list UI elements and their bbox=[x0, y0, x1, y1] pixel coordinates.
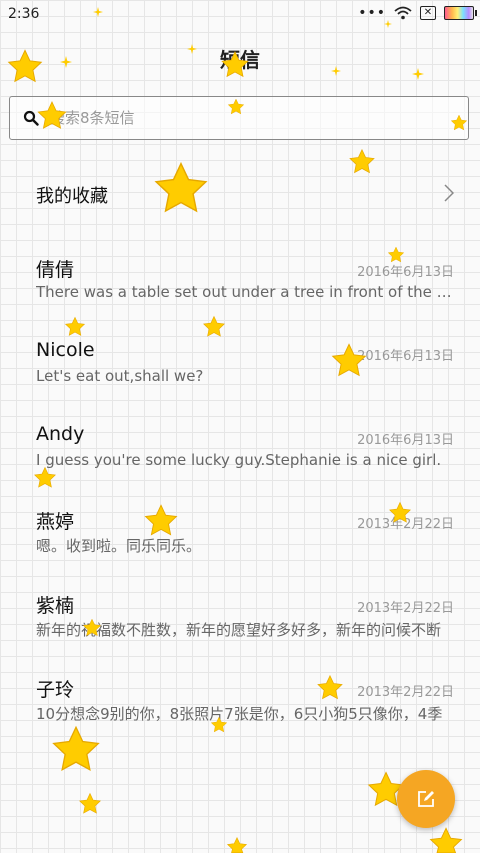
star-icon bbox=[429, 827, 463, 853]
star-icon bbox=[227, 98, 245, 115]
message-preview: Let's eat out,shall we? bbox=[36, 367, 204, 385]
star-icon bbox=[331, 343, 367, 377]
more-dots-icon: ••• bbox=[358, 5, 386, 21]
message-date: 2016年6月13日 bbox=[357, 265, 454, 280]
star-icon bbox=[79, 792, 101, 814]
star-icon bbox=[221, 50, 249, 78]
message-item[interactable]: 紫楠 2013年2月22日 新年的祝福数不胜数，新年的愿望好多好多，新年的问候不… bbox=[0, 591, 480, 671]
star-icon bbox=[34, 466, 56, 488]
star-icon bbox=[154, 161, 208, 213]
star-icon bbox=[210, 716, 228, 733]
star-icon bbox=[64, 316, 86, 336]
star-icon bbox=[226, 836, 248, 853]
message-sender: Nicole bbox=[36, 339, 95, 361]
message-preview: 嗯。收到啦。同乐同乐。 bbox=[36, 537, 202, 555]
status-icons: ••• ✕ bbox=[358, 5, 477, 21]
battery-icon bbox=[444, 6, 477, 20]
favorites-label: 我的收藏 bbox=[36, 186, 108, 207]
status-time: 2:36 bbox=[8, 6, 40, 22]
star-icon bbox=[82, 618, 102, 637]
message-sender: 紫楠 bbox=[36, 595, 75, 617]
compose-button[interactable] bbox=[397, 770, 455, 828]
message-sender: 燕婷 bbox=[36, 511, 75, 533]
chevron-right-icon bbox=[444, 184, 454, 202]
message-preview: I guess you're some lucky guy.Stephanie … bbox=[36, 451, 442, 469]
message-item[interactable]: Nicole 2016年6月13日 Let's eat out,shall we… bbox=[0, 339, 480, 419]
message-item[interactable]: Andy 2016年6月13日 I guess you're some luck… bbox=[0, 423, 480, 503]
sparkle-icon bbox=[187, 44, 197, 54]
message-date: 2013年2月22日 bbox=[357, 601, 454, 616]
search-input[interactable] bbox=[50, 97, 450, 138]
star-icon bbox=[349, 148, 375, 174]
sparkle-icon bbox=[384, 20, 392, 28]
no-sim-icon: ✕ bbox=[420, 6, 436, 20]
sparkle-icon bbox=[331, 66, 341, 76]
status-bar: 2:36 ••• ✕ bbox=[0, 0, 480, 30]
message-date: 2016年6月13日 bbox=[357, 433, 454, 448]
wifi-icon bbox=[394, 6, 412, 20]
message-preview: There was a table set out under a tree i… bbox=[36, 283, 454, 301]
message-preview: 10分想念9别的你，8张照片7张是你，6只小狗5只像你，4季 bbox=[36, 705, 443, 723]
favorites-row[interactable]: 我的收藏 bbox=[0, 162, 480, 222]
sparkle-icon bbox=[93, 7, 103, 17]
star-icon bbox=[144, 504, 178, 536]
star-icon bbox=[52, 725, 100, 771]
star-icon bbox=[7, 49, 43, 83]
message-date: 2013年2月22日 bbox=[357, 685, 454, 700]
star-icon bbox=[450, 114, 468, 131]
sparkle-icon bbox=[60, 56, 72, 68]
message-date: 2016年6月13日 bbox=[357, 349, 454, 364]
star-icon bbox=[387, 246, 405, 263]
star-icon bbox=[203, 315, 225, 337]
star-icon bbox=[37, 101, 67, 129]
star-icon bbox=[317, 674, 343, 700]
message-sender: 倩倩 bbox=[36, 259, 75, 281]
message-sender: 子玲 bbox=[36, 679, 75, 701]
star-icon bbox=[389, 501, 411, 523]
compose-icon bbox=[418, 791, 434, 807]
message-sender: Andy bbox=[36, 423, 85, 445]
sparkle-icon bbox=[412, 68, 424, 80]
